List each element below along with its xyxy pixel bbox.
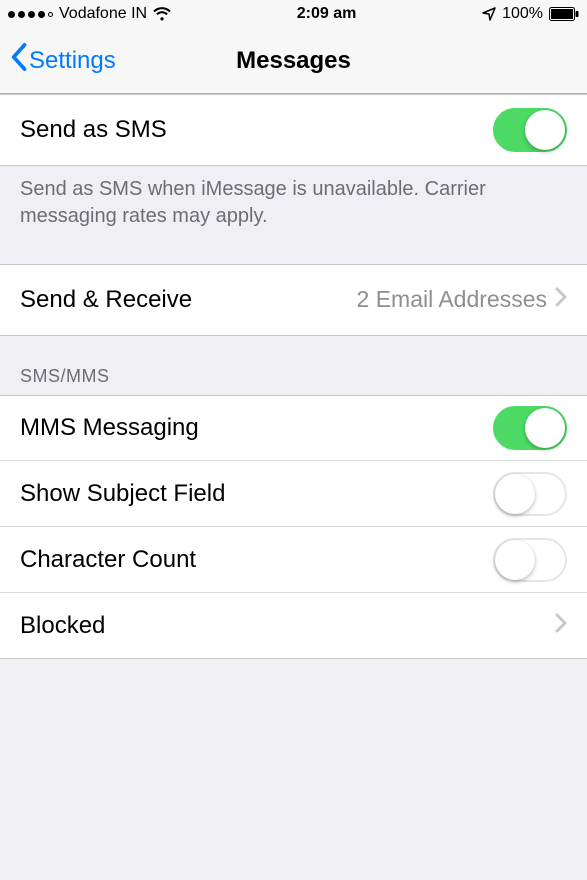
chevron-right-icon — [555, 612, 567, 640]
send-receive-label: Send & Receive — [20, 286, 192, 314]
mms-messaging-toggle[interactable] — [493, 406, 567, 450]
row-send-receive[interactable]: Send & Receive 2 Email Addresses — [0, 264, 587, 336]
battery-percent: 100% — [502, 5, 543, 23]
status-time: 2:09 am — [297, 5, 357, 23]
blocked-label: Blocked — [20, 612, 105, 640]
character-count-label: Character Count — [20, 546, 196, 574]
wifi-icon — [153, 7, 171, 21]
signal-strength-icon — [8, 11, 53, 18]
chevron-right-icon — [555, 286, 567, 314]
status-bar: Vodafone IN 2:09 am 100% — [0, 0, 587, 28]
show-subject-label: Show Subject Field — [20, 480, 225, 508]
section-header-sms-mms: SMS/MMS — [0, 336, 587, 395]
mms-messaging-label: MMS Messaging — [20, 414, 199, 442]
page-title: Messages — [236, 47, 351, 75]
nav-bar: Settings Messages — [0, 28, 587, 94]
send-as-sms-toggle[interactable] — [493, 108, 567, 152]
row-send-as-sms: Send as SMS — [0, 94, 587, 166]
row-mms-messaging: MMS Messaging — [0, 395, 587, 461]
send-as-sms-label: Send as SMS — [20, 116, 167, 144]
send-as-sms-footer: Send as SMS when iMessage is unavailable… — [0, 166, 587, 246]
location-icon — [482, 7, 496, 21]
row-blocked[interactable]: Blocked — [0, 593, 587, 659]
status-left: Vodafone IN — [8, 5, 171, 23]
row-show-subject-field: Show Subject Field — [0, 461, 587, 527]
bottom-spacer — [0, 659, 587, 719]
back-label: Settings — [29, 47, 116, 75]
chevron-left-icon — [10, 42, 27, 79]
battery-icon — [549, 7, 579, 21]
show-subject-toggle[interactable] — [493, 472, 567, 516]
row-character-count: Character Count — [0, 527, 587, 593]
back-button[interactable]: Settings — [10, 42, 116, 79]
character-count-toggle[interactable] — [493, 538, 567, 582]
status-right: 100% — [482, 5, 579, 23]
send-receive-detail: 2 Email Addresses — [357, 286, 547, 313]
carrier-label: Vodafone IN — [59, 5, 147, 23]
